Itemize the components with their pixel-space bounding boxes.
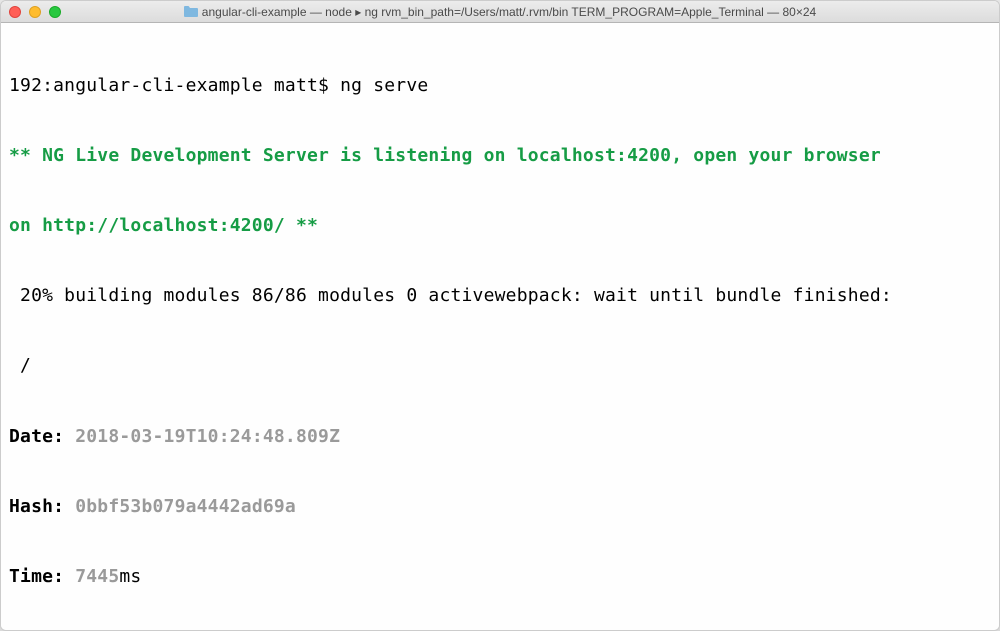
time1-value: 7445 <box>75 566 119 587</box>
live-server-msg-2: on http://localhost:4200/ ** <box>9 215 318 236</box>
terminal-body[interactable]: 192:angular-cli-example matt$ ng serve *… <box>1 23 999 630</box>
hash1-value: 0bbf53b079a4442ad69a <box>75 496 296 517</box>
time1-suffix: ms <box>119 566 141 587</box>
live-server-msg-1: ** NG Live Development Server is listeni… <box>9 145 892 166</box>
traffic-lights <box>9 6 61 18</box>
terminal-window: angular-cli-example — node ▸ ng rvm_bin_… <box>0 0 1000 631</box>
hash1-label: Hash: <box>9 496 75 517</box>
minimize-icon[interactable] <box>29 6 41 18</box>
build-progress: 20% building modules 86/86 modules 0 act… <box>9 285 495 306</box>
zoom-icon[interactable] <box>49 6 61 18</box>
titlebar: angular-cli-example — node ▸ ng rvm_bin_… <box>1 1 999 23</box>
date1-value: 2018-03-19T10:24:48.809Z <box>75 426 340 447</box>
close-icon[interactable] <box>9 6 21 18</box>
window-title-text: angular-cli-example — node ▸ ng rvm_bin_… <box>202 5 816 19</box>
build-slash: / <box>9 355 31 376</box>
command-text: ng serve <box>340 75 428 96</box>
prompt: 192:angular-cli-example matt$ <box>9 75 340 96</box>
build-wait: webpack: wait until bundle finished: <box>495 285 892 306</box>
time1-label: Time: <box>9 566 75 587</box>
date1-label: Date: <box>9 426 75 447</box>
folder-icon <box>184 6 198 17</box>
window-title: angular-cli-example — node ▸ ng rvm_bin_… <box>9 5 991 19</box>
